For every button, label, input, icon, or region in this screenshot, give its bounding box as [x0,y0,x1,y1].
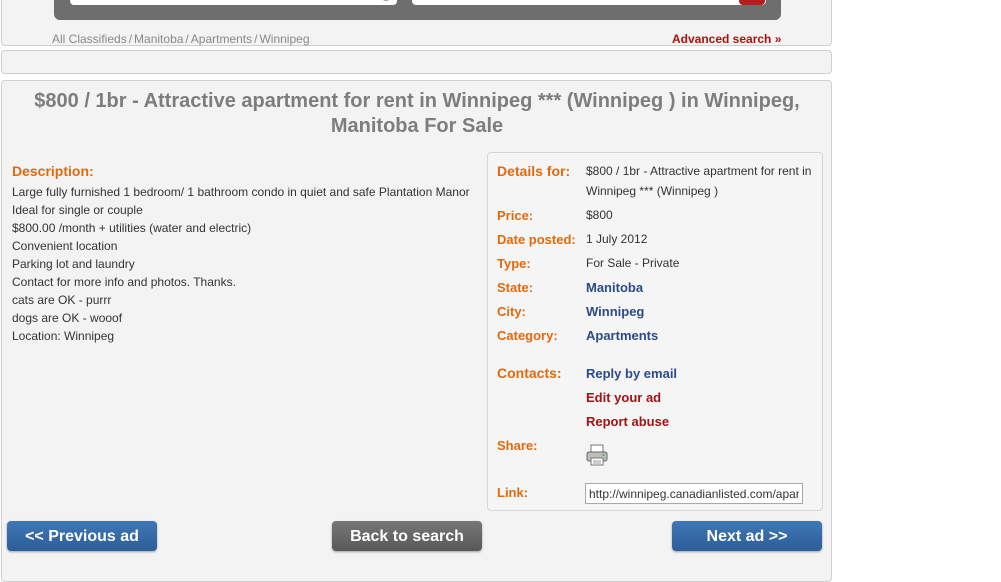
ad-panel: $800 / 1br - Attractive apartment for re… [1,80,832,582]
back-to-search-button[interactable]: Back to search [332,521,482,551]
printer-icon[interactable] [585,443,609,467]
description-line: $800.00 /month + utilities (water and el… [12,221,252,235]
details-for-value: $800 / 1br - Attractive apartment for re… [586,164,812,198]
page-title: $800 / 1br - Attractive apartment for re… [34,90,800,137]
report-abuse-link[interactable]: Report abuse [586,414,669,429]
breadcrumb-winnipeg[interactable]: Winnipeg [259,32,309,46]
description-line: Ideal for single or couple [12,203,143,217]
description-text: Large fully furnished 1 bedroom/ 1 bathr… [12,183,472,345]
price-label: Price: [497,208,534,223]
breadcrumb-separator: / [128,32,133,46]
description-heading: Description: [12,163,94,179]
breadcrumb-manitoba[interactable]: Manitoba [134,32,183,46]
details-box: Details for: $800 / 1br - Attractive apa… [487,152,823,511]
reply-by-email-link[interactable]: Reply by email [586,366,677,381]
description-line: dogs are OK - wooof [12,311,123,325]
next-ad-button[interactable]: Next ad >> [672,521,822,551]
breadcrumb-separator: / [185,32,189,46]
date-posted-value: 1 July 2012 [586,232,648,246]
description-line: Parking lot and laundry [12,257,135,271]
keyword-search-input[interactable] [70,0,397,5]
state-label: State: [497,280,534,295]
breadcrumb-apartments[interactable]: Apartments [191,32,252,46]
type-value: For Sale - Private [586,256,680,270]
search-bar [54,0,781,20]
notice-bar [1,50,832,74]
previous-ad-button[interactable]: << Previous ad [7,521,157,551]
price-value: $800 [586,208,613,222]
ad-link-field[interactable] [585,483,803,504]
city-link[interactable]: Winnipeg [586,304,644,319]
share-label: Share: [497,438,538,453]
breadcrumb-all-classifieds[interactable]: All Classifieds [52,32,127,46]
contacts-label: Contacts: [497,365,562,381]
category-link[interactable]: Apartments [586,328,658,343]
search-icon [381,0,391,1]
description-line: cats are OK - purrr [12,293,112,307]
search-submit-button[interactable] [739,0,765,5]
description-line: Large fully furnished 1 bedroom/ 1 bathr… [12,185,470,199]
advanced-search-link[interactable]: Advanced search » [672,32,781,46]
state-link[interactable]: Manitoba [586,280,643,295]
description-line: Contact for more info and photos. Thanks… [12,275,236,289]
details-for-label: Details for: [497,163,571,179]
location-search-input[interactable] [412,0,766,5]
type-label: Type: [497,256,531,271]
description-line: Convenient location [12,239,118,253]
category-label: Category: [497,328,558,343]
description-line: Location: Winnipeg [12,329,115,343]
date-posted-label: Date posted: [497,232,576,247]
breadcrumb: All Classifieds / Manitoba / Apartments / Winn… [52,32,310,46]
city-label: City: [497,304,526,319]
link-label: Link: [497,485,529,500]
edit-ad-link[interactable]: Edit your ad [586,390,661,405]
